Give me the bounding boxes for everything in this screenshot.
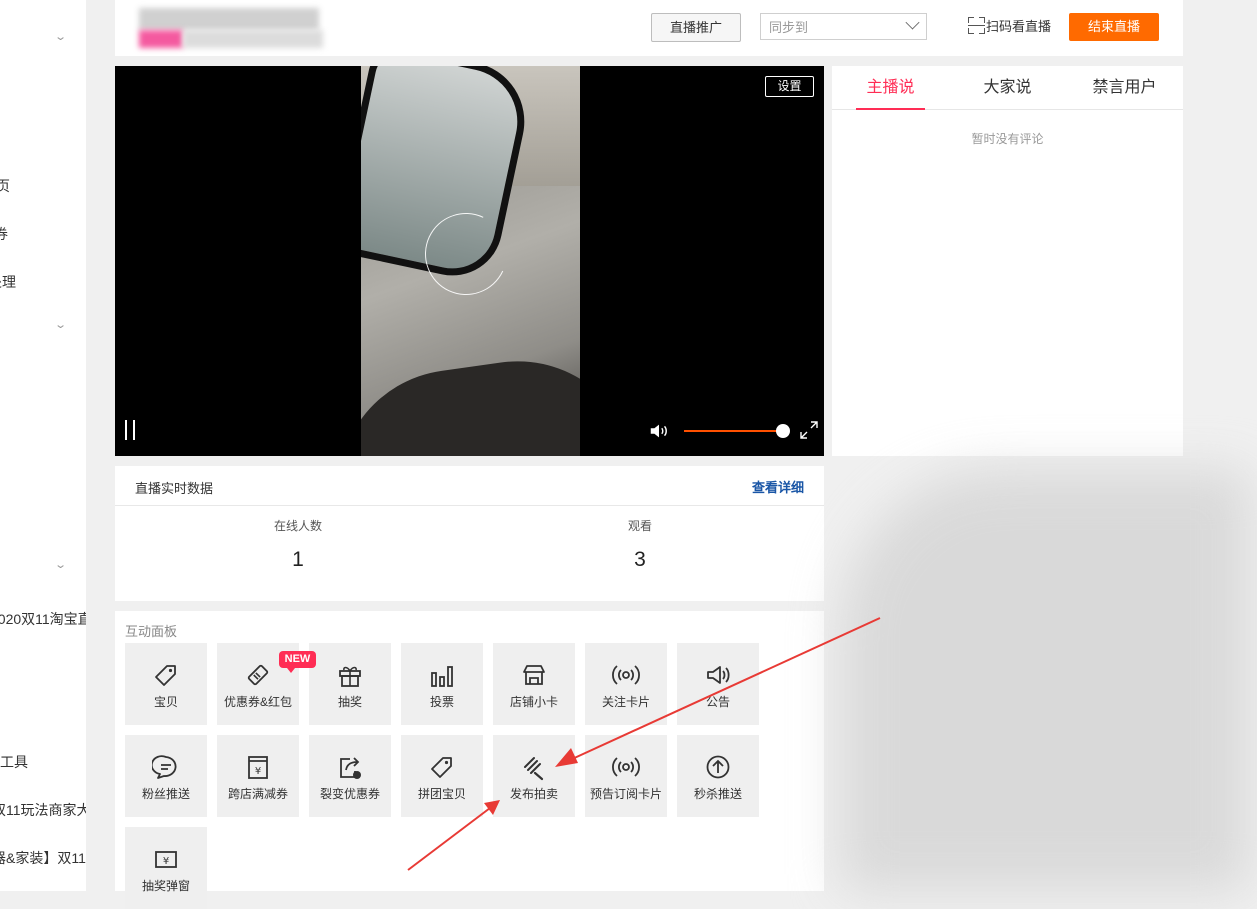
tile-label: 拼团宝贝 bbox=[417, 787, 466, 801]
stats-header: 直播实时数据 查看详细 bbox=[115, 466, 824, 506]
chevron-down-icon[interactable]: ⌄ bbox=[54, 30, 67, 43]
panel-title: 互动面板 bbox=[125, 624, 178, 639]
sidebar-item[interactable]: 页 bbox=[0, 176, 10, 196]
yen-ticket-icon: ¥ bbox=[248, 756, 268, 779]
scan-to-watch-button[interactable]: 扫码看直播 bbox=[968, 16, 1051, 35]
tile-label: 抽奖 bbox=[337, 695, 362, 709]
blurred-stream-title bbox=[139, 8, 319, 30]
tile-lottery-popup[interactable]: ¥ 抽奖弹窗 bbox=[125, 827, 207, 909]
volume-slider[interactable] bbox=[684, 430, 782, 432]
stat-value: 3 bbox=[634, 548, 646, 571]
comment-tabs: 主播说 大家说 禁言用户 bbox=[832, 66, 1183, 110]
tile-label: 公告 bbox=[705, 695, 730, 709]
tile-label: 裂变优惠券 bbox=[319, 787, 380, 801]
chat-icon bbox=[152, 755, 177, 779]
fullscreen-icon[interactable] bbox=[799, 420, 819, 440]
sidebar-item[interactable]: 券 bbox=[0, 224, 8, 244]
stat-label: 观看 bbox=[627, 519, 652, 533]
live-stats-card: 直播实时数据 查看详细 在线人数 1 观看 3 bbox=[115, 466, 824, 601]
tile-shop-card[interactable]: 店铺小卡 bbox=[493, 643, 575, 725]
speaker-icon bbox=[707, 666, 730, 684]
volume-slider-handle[interactable] bbox=[776, 424, 790, 438]
tile-label: 店铺小卡 bbox=[509, 695, 558, 709]
sidebar-item[interactable]: 处理 bbox=[0, 272, 16, 292]
tile-publish-auction[interactable]: 发布拍卖 bbox=[493, 735, 575, 817]
tile-label: 预告订阅卡片 bbox=[589, 787, 662, 801]
live-promotion-button[interactable]: 直播推广 bbox=[651, 13, 741, 42]
tile-label: 抽奖弹窗 bbox=[141, 879, 190, 893]
header-bar: 直播推广 同步到 扫码看直播 结束直播 bbox=[115, 0, 1183, 56]
chevron-down-icon bbox=[905, 15, 920, 30]
sidebar: ⌄ 页 券 处理 ⌄ ⌄ 2020双11淘宝直 销工具 双11玩法商家大 器&家… bbox=[0, 0, 86, 891]
tile-follow-card[interactable]: 关注卡片 bbox=[585, 643, 667, 725]
tile-label: 投票 bbox=[429, 695, 454, 709]
sync-to-select[interactable]: 同步到 bbox=[760, 13, 927, 40]
tile-label: 优惠券&红包 bbox=[223, 695, 292, 709]
tile-group-buy-product[interactable]: 拼团宝贝 bbox=[401, 735, 483, 817]
tile-label: 跨店满减券 bbox=[227, 787, 288, 801]
blurred-badge bbox=[139, 30, 183, 48]
stat-label: 在线人数 bbox=[273, 519, 322, 533]
end-live-button[interactable]: 结束直播 bbox=[1069, 13, 1159, 41]
blurred-subtitle bbox=[183, 30, 323, 48]
tile-label: 关注卡片 bbox=[601, 695, 650, 709]
broadcast-icon bbox=[612, 665, 640, 685]
tile-fan-push[interactable]: 粉丝推送 bbox=[125, 735, 207, 817]
tab-muted-users[interactable]: 禁言用户 bbox=[1066, 66, 1183, 109]
sidebar-item[interactable]: 双11玩法商家大 bbox=[0, 800, 86, 820]
tile-product[interactable]: 宝贝 bbox=[125, 643, 207, 725]
stat-views: 观看 3 bbox=[580, 517, 700, 572]
tile-label: 发布拍卖 bbox=[509, 787, 558, 801]
tile-vote[interactable]: 投票 bbox=[401, 643, 483, 725]
tile-preview-subscribe-card[interactable]: 预告订阅卡片 bbox=[585, 735, 667, 817]
shop-icon bbox=[523, 665, 545, 685]
interaction-panel: 互动面板 宝贝 优惠券&红包 抽奖 投票 店铺小卡 关注卡片 公告 粉丝推送 ¥… bbox=[115, 611, 824, 909]
comments-panel: 主播说 大家说 禁言用户 暂时没有评论 bbox=[832, 66, 1183, 456]
tile-announcement[interactable]: 公告 bbox=[677, 643, 759, 725]
stat-online: 在线人数 1 bbox=[238, 517, 358, 572]
pause-icon[interactable] bbox=[125, 420, 137, 440]
chevron-down-icon[interactable]: ⌄ bbox=[54, 318, 67, 331]
tab-anchor-says[interactable]: 主播说 bbox=[832, 66, 949, 110]
tile-label: 宝贝 bbox=[153, 695, 178, 709]
tile-lottery[interactable]: 抽奖 bbox=[309, 643, 391, 725]
share-coupon-icon bbox=[340, 757, 361, 779]
yen-card-icon: ¥ bbox=[155, 851, 177, 868]
tile-label: 粉丝推送 bbox=[141, 787, 190, 801]
sidebar-item[interactable]: 销工具 bbox=[0, 752, 28, 772]
tab-everyone-says[interactable]: 大家说 bbox=[949, 66, 1066, 109]
sidebar-item[interactable]: 2020双11淘宝直 bbox=[0, 609, 86, 629]
volume-level bbox=[684, 430, 778, 432]
chevron-down-icon[interactable]: ⌄ bbox=[54, 558, 67, 571]
qr-scan-icon bbox=[968, 17, 985, 34]
stats-title: 直播实时数据 bbox=[135, 481, 214, 496]
tile-fission-coupon[interactable]: 裂变优惠券 bbox=[309, 735, 391, 817]
blurred-overlay bbox=[840, 470, 1250, 891]
svg-text:¥: ¥ bbox=[163, 856, 169, 867]
empty-comments-text: 暂时没有评论 bbox=[971, 132, 1044, 146]
new-badge: NEW bbox=[279, 651, 316, 673]
tile-cross-store-coupon[interactable]: ¥ 跨店满减券 bbox=[217, 735, 299, 817]
gift-icon bbox=[339, 666, 361, 687]
gavel-icon bbox=[524, 757, 544, 781]
volume-icon[interactable] bbox=[648, 420, 670, 442]
arrow-up-circle-icon bbox=[706, 755, 730, 779]
sync-select-placeholder: 同步到 bbox=[769, 20, 809, 35]
player-settings-button[interactable]: 设置 bbox=[765, 76, 814, 97]
tag-icon bbox=[431, 757, 452, 778]
view-details-link[interactable]: 查看详细 bbox=[752, 477, 804, 496]
sidebar-item[interactable]: 器&家装】双11 bbox=[0, 848, 86, 868]
tile-flash-sale-push[interactable]: 秒杀推送 bbox=[677, 735, 759, 817]
bar-chart-icon bbox=[431, 666, 453, 687]
broadcast-icon bbox=[612, 757, 640, 777]
tile-label: 秒杀推送 bbox=[693, 787, 742, 801]
video-player[interactable]: 设置 bbox=[115, 66, 824, 456]
coupon-icon bbox=[247, 664, 269, 686]
tag-icon bbox=[155, 665, 176, 686]
stat-value: 1 bbox=[292, 548, 304, 571]
scan-label: 扫码看直播 bbox=[986, 19, 1052, 34]
svg-text:¥: ¥ bbox=[255, 766, 261, 777]
